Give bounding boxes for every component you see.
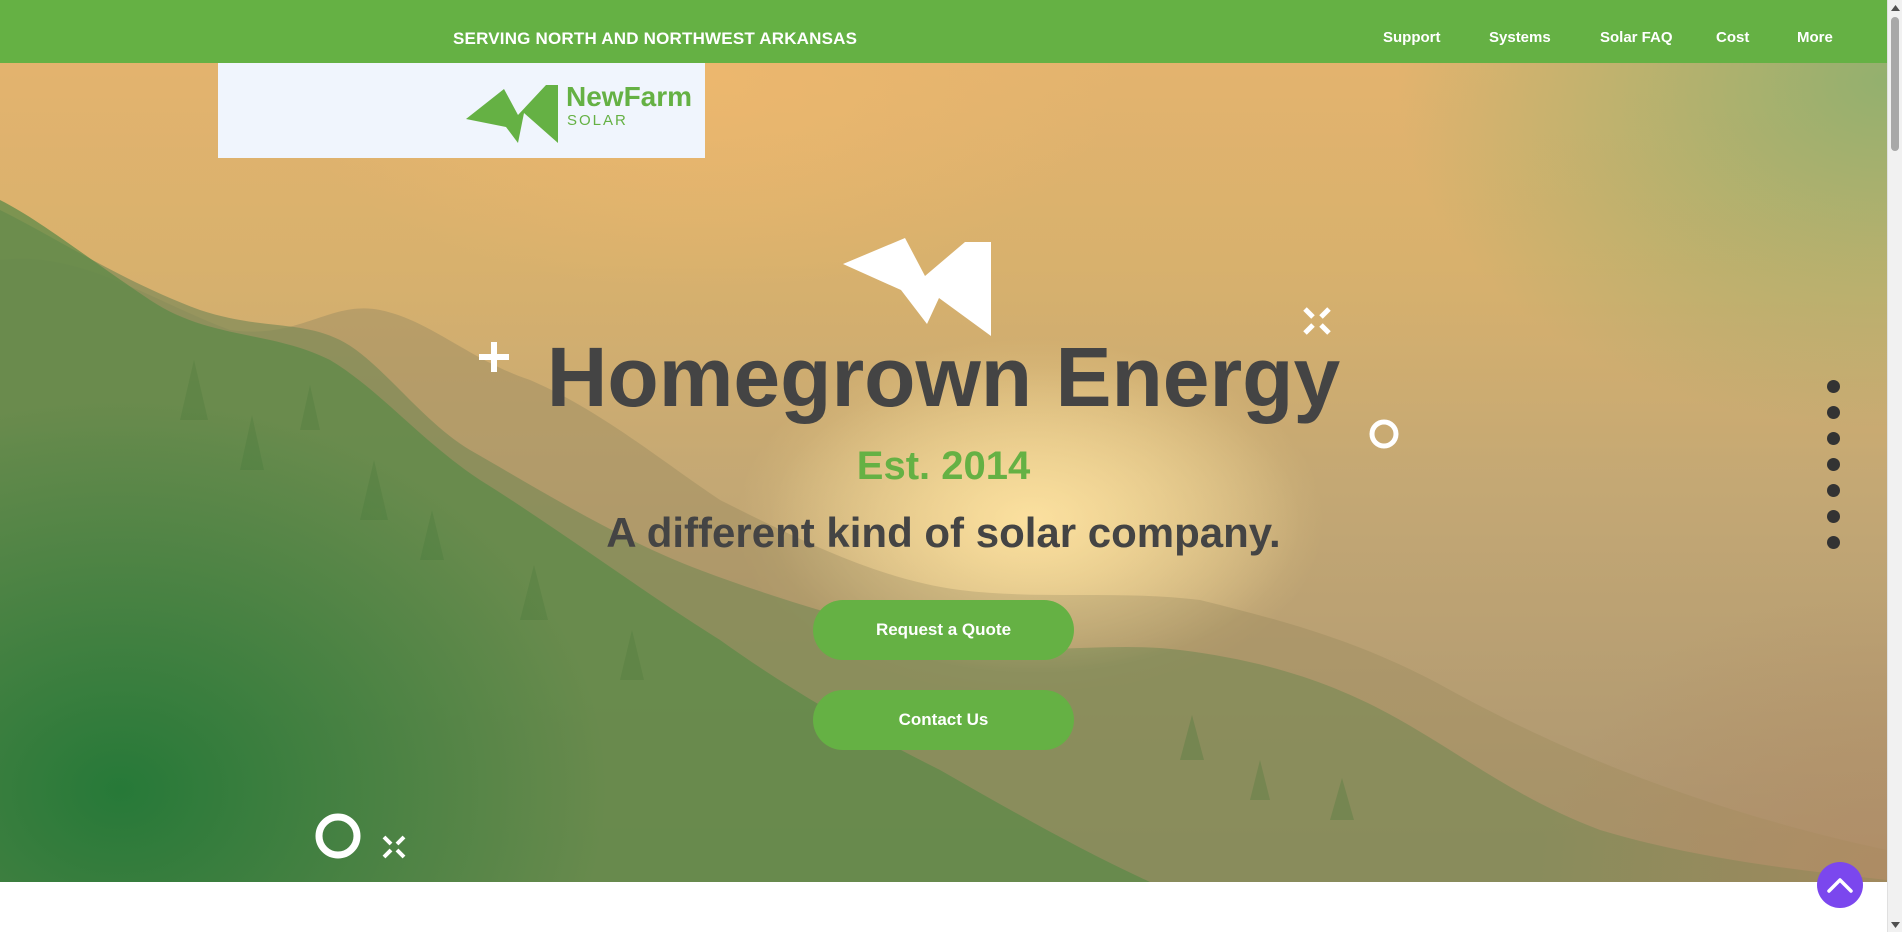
scroll-down-arrow-icon[interactable] (1888, 917, 1902, 932)
service-area-text: SERVING NORTH AND NORTHWEST ARKANSAS (453, 29, 858, 48)
logo-brand-name: NewFarm (566, 81, 693, 112)
section-dot-icon[interactable] (1827, 432, 1840, 445)
page-viewport: SERVING NORTH AND NORTHWEST ARKANSAS Sup… (0, 0, 1887, 932)
next-section (0, 882, 1887, 932)
section-nav (1827, 380, 1841, 562)
hero-tagline: A different kind of solar company. (606, 509, 1281, 556)
request-quote-button[interactable]: Request a Quote (813, 600, 1074, 660)
nav-support[interactable]: Support (1383, 29, 1441, 46)
close-icon (382, 835, 406, 859)
ring-icon (1369, 419, 1399, 449)
established-year: Est. 2014 (856, 444, 1031, 488)
nav-cost[interactable]: Cost (1716, 29, 1749, 46)
section-dot-icon[interactable] (1827, 406, 1840, 419)
lightning-mark-icon (843, 238, 991, 336)
newfarm-lightning-icon (466, 85, 558, 143)
plus-icon (479, 342, 509, 372)
close-icon (1303, 307, 1331, 335)
logo-link[interactable]: NewFarm SOLAR (218, 63, 705, 158)
chevron-up-icon (1827, 878, 1853, 893)
section-dot-icon[interactable] (1827, 380, 1840, 393)
back-to-top-button[interactable] (1817, 862, 1863, 908)
nav-more[interactable]: More (1797, 29, 1833, 46)
hero-headline: Homegrown Energy (546, 330, 1341, 424)
ring-icon (315, 813, 361, 859)
scroll-up-arrow-icon[interactable] (1888, 0, 1902, 15)
scrollbar-thumb[interactable] (1891, 17, 1899, 151)
top-bar: SERVING NORTH AND NORTHWEST ARKANSAS Sup… (0, 0, 1887, 63)
nav-solar-faq[interactable]: Solar FAQ (1600, 29, 1673, 46)
logo-sub-name: SOLAR (567, 112, 628, 129)
section-dot-icon[interactable] (1827, 510, 1840, 523)
section-dot-icon[interactable] (1827, 484, 1840, 497)
section-dot-icon[interactable] (1827, 536, 1840, 549)
page-scrollbar[interactable] (1887, 0, 1902, 932)
contact-us-button[interactable]: Contact Us (813, 690, 1074, 750)
section-dot-icon[interactable] (1827, 458, 1840, 471)
nav-systems[interactable]: Systems (1489, 29, 1551, 46)
